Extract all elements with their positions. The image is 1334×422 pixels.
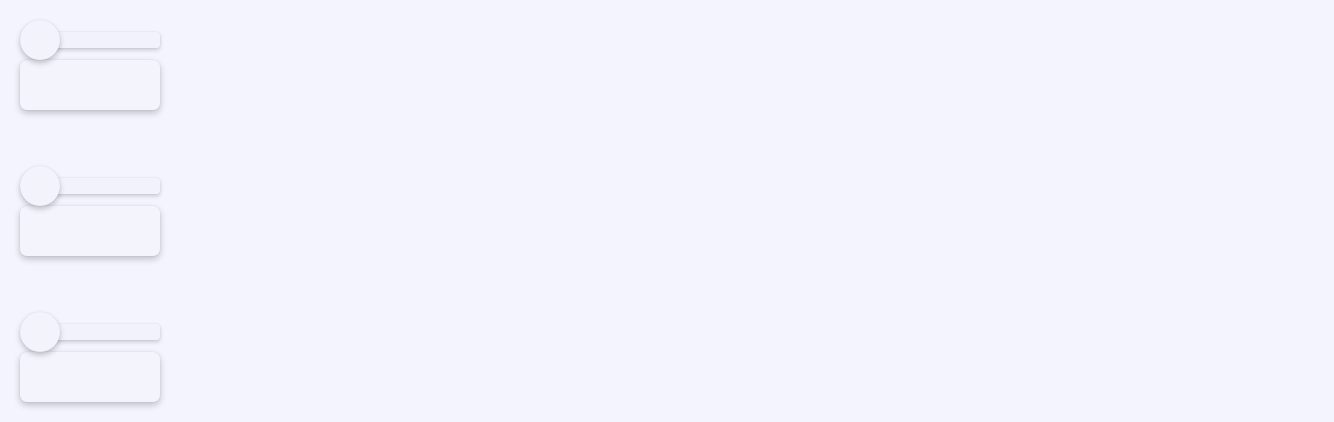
skeleton-title-line — [50, 178, 160, 194]
skeleton-body-block — [20, 206, 160, 256]
skeleton-avatar — [20, 312, 60, 352]
skeleton-card — [20, 165, 160, 257]
loading-page — [0, 0, 1334, 422]
skeleton-card — [20, 19, 160, 111]
skeleton-card — [20, 311, 160, 403]
skeleton-avatar — [20, 166, 60, 206]
skeleton-title-line — [50, 32, 160, 48]
skeleton-title-line — [50, 324, 160, 340]
skeleton-body-block — [20, 60, 160, 110]
skeleton-avatar — [20, 20, 60, 60]
skeleton-body-block — [20, 352, 160, 402]
